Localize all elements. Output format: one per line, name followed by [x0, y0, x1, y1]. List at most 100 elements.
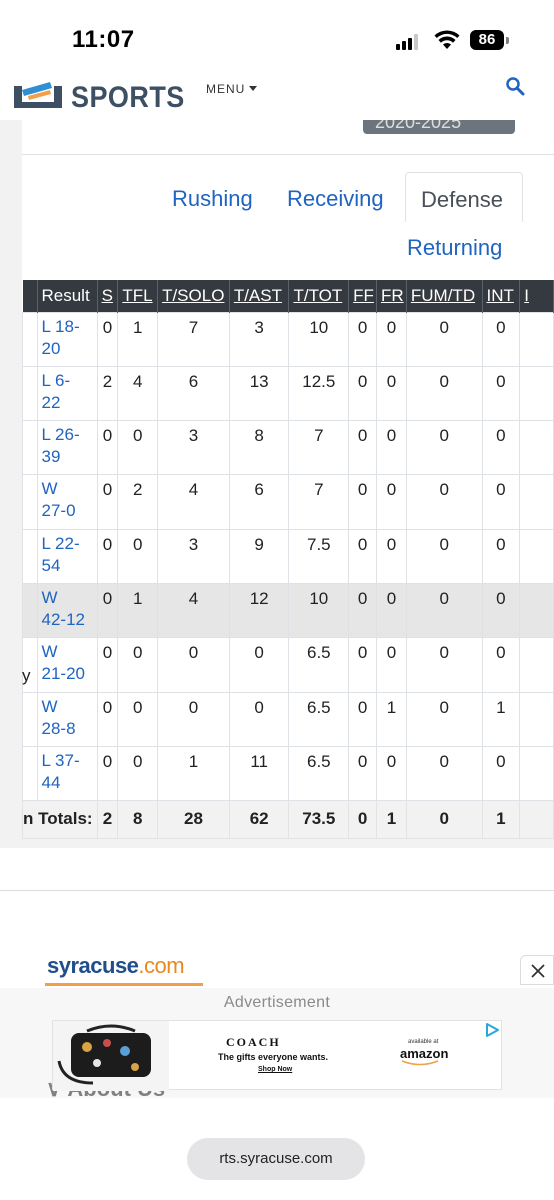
footer-logo[interactable]: syracuse.com [47, 953, 185, 979]
stat-cell: 9 [228, 528, 290, 584]
totals-cell: 28 [157, 800, 230, 840]
stat-cell: 0 [96, 691, 119, 747]
row-cutoff-cell [22, 745, 38, 802]
season-select[interactable]: 2020-2025 [363, 120, 515, 134]
result-link[interactable]: L 22-54 [36, 528, 98, 584]
column-header [22, 280, 38, 312]
site-header: SPORTS MENU [0, 70, 554, 120]
result-link[interactable]: L 18-20 [36, 311, 98, 367]
row-cutoff-cell [22, 582, 38, 639]
stat-cell: 0 [376, 365, 407, 422]
stat-cell: 0 [405, 365, 483, 422]
stat-cell: 0 [376, 745, 407, 802]
stat-cell: 0 [96, 474, 119, 530]
defense-stats-table: Result S TFL T/SOLO T/AST T/TOT FF FR FU… [22, 280, 554, 840]
wifi-icon [434, 30, 460, 49]
site-logo-icon[interactable] [14, 80, 62, 108]
stat-cell: 1 [376, 691, 407, 747]
tab-rushing[interactable]: Rushing [172, 186, 253, 212]
result-link[interactable]: W 42-12 [36, 582, 98, 639]
result-link[interactable]: L 37-44 [36, 745, 98, 802]
url-bar[interactable]: rts.syracuse.com [187, 1138, 365, 1180]
tab-returning[interactable]: Returning [407, 235, 502, 261]
result-link[interactable]: W 21-20 [36, 637, 98, 693]
row-cutoff-cell [519, 311, 554, 367]
row-cutoff-cell [22, 474, 38, 530]
logo-text[interactable]: SPORTS [71, 81, 185, 115]
tab-defense[interactable]: Defense [405, 172, 523, 222]
battery-level: 86 [470, 30, 504, 50]
column-header-s[interactable]: S [97, 280, 119, 312]
table-row: W 21-20 0 0 0 0 6.5 0 0 0 0 [22, 637, 554, 693]
stat-cell: 0 [376, 311, 407, 367]
menu-button[interactable]: MENU [206, 82, 258, 96]
status-time: 11:07 [72, 26, 135, 53]
tab-defense-label: Defense [421, 187, 503, 212]
column-header-fum-td[interactable]: FUM/TD [406, 280, 483, 312]
search-icon[interactable] [505, 76, 525, 96]
stat-cell: 0 [376, 582, 407, 639]
card-divider [22, 154, 554, 155]
stat-cell: 0 [481, 365, 521, 422]
column-header-t-tot[interactable]: T/TOT [288, 280, 350, 312]
stat-cell: 4 [157, 474, 230, 530]
result-link[interactable]: W 27-0 [36, 474, 98, 530]
result-link[interactable]: L 26-39 [36, 420, 98, 476]
table-row: L 18-20 0 1 7 3 10 0 0 0 0 [22, 311, 554, 367]
column-header-fr[interactable]: FR [376, 280, 407, 312]
partial-row-text: y [22, 666, 31, 685]
chevron-down-icon [249, 86, 258, 91]
stat-cell: 0 [481, 637, 521, 693]
stat-cell: 6.5 [288, 637, 350, 693]
column-header-int[interactable]: INT [482, 280, 521, 312]
table-row: W 28-8 0 0 0 0 6.5 0 1 0 1 [22, 691, 554, 747]
stat-cell: 0 [481, 311, 521, 367]
stat-cell: 0 [405, 420, 483, 476]
totals-cell: 1 [376, 800, 407, 840]
tab-receiving[interactable]: Receiving [287, 186, 384, 212]
column-header-t-solo[interactable]: T/SOLO [157, 280, 230, 312]
stat-cell: 6.5 [288, 745, 350, 802]
stat-cell: 12 [228, 582, 290, 639]
stat-cell: 12.5 [288, 365, 350, 422]
stat-cell: 0 [117, 528, 159, 584]
stat-cell: 0 [405, 582, 483, 639]
column-header-t-ast[interactable]: T/AST [229, 280, 290, 312]
row-cutoff-cell [22, 311, 38, 367]
footer-logo-main: syracuse [47, 953, 139, 978]
totals-cell: 0 [405, 800, 483, 840]
menu-label: MENU [206, 82, 246, 96]
row-cutoff-cell [519, 691, 554, 747]
row-cutoff-cell [22, 420, 38, 476]
stat-cell: 0 [117, 745, 159, 802]
table-row: L 22-54 0 0 3 9 7.5 0 0 0 0 [22, 528, 554, 584]
adchoices-icon[interactable] [484, 1022, 500, 1038]
column-header-ff[interactable]: FF [348, 280, 378, 312]
ad-close-button[interactable] [520, 955, 554, 985]
column-header-tfl[interactable]: TFL [117, 280, 159, 312]
row-cutoff-cell [22, 365, 38, 422]
stat-cell: 0 [96, 311, 119, 367]
stat-cell: 6 [228, 474, 290, 530]
row-cutoff-cell [519, 800, 554, 840]
column-header-partial[interactable]: I [519, 280, 554, 312]
stat-cell: 0 [405, 474, 483, 530]
stat-cell: 10 [288, 311, 350, 367]
ad-cta-link[interactable]: Shop Now [258, 1066, 292, 1073]
stat-cell: 0 [348, 637, 378, 693]
stat-cell: 10 [288, 582, 350, 639]
stat-cell: 1 [117, 582, 159, 639]
stat-cell: 1 [157, 745, 230, 802]
totals-label: n Totals: [22, 800, 98, 840]
result-link[interactable]: W 28-8 [36, 691, 98, 747]
footer-logo-underline [45, 983, 203, 986]
totals-cell: 8 [117, 800, 159, 840]
stat-cell: 0 [481, 745, 521, 802]
stat-cell: 0 [348, 691, 378, 747]
stat-cell: 0 [405, 745, 483, 802]
stat-cell: 0 [157, 691, 230, 747]
row-cutoff-cell [519, 745, 554, 802]
stat-cell: 4 [157, 582, 230, 639]
result-link[interactable]: L 6-22 [36, 365, 98, 422]
stat-cell: 7.5 [288, 528, 350, 584]
